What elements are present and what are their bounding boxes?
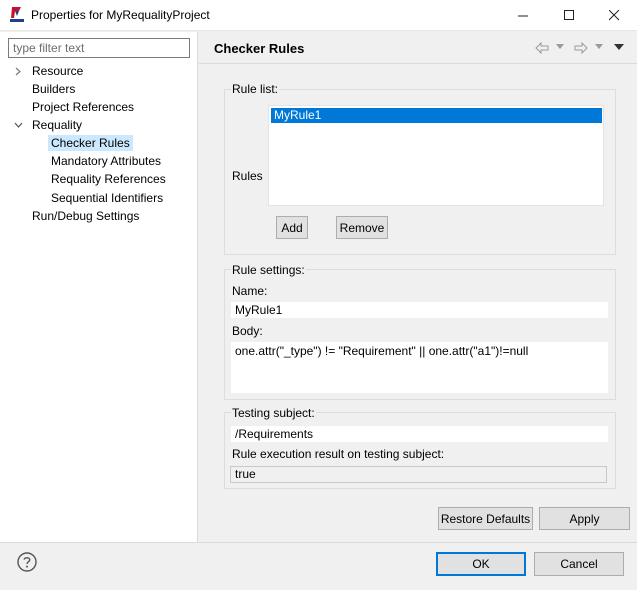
sidebar-item-label: Checker Rules (48, 135, 133, 151)
apply-button[interactable]: Apply (539, 507, 630, 530)
footer-divider (0, 542, 637, 543)
testing-subject-group-label: Testing subject: (231, 406, 316, 420)
sidebar-item-requality-references[interactable]: Requality References (51, 170, 166, 188)
sidebar-item-label: Run/Debug Settings (32, 209, 140, 223)
sidebar-item-project-references[interactable]: Project References (32, 98, 134, 116)
chevron-down-icon[interactable] (12, 116, 24, 134)
back-dropdown-icon[interactable] (556, 44, 564, 50)
name-label: Name: (232, 284, 268, 298)
sidebar-item-run-debug-settings[interactable]: Run/Debug Settings (32, 207, 139, 225)
sidebar-item-label: Resource (32, 64, 84, 78)
back-arrow-icon[interactable] (534, 41, 550, 55)
rules-listbox[interactable]: MyRule1 (268, 105, 604, 206)
minimize-button[interactable] (500, 0, 546, 31)
requality-logo-icon (10, 7, 24, 22)
sidebar-item-label: Sequential Identifiers (51, 191, 164, 205)
navigation-toolbar (534, 40, 628, 56)
cancel-button[interactable]: Cancel (534, 552, 624, 576)
view-menu-icon[interactable] (614, 44, 624, 51)
ok-button[interactable]: OK (436, 552, 526, 576)
rules-label: Rules (232, 169, 263, 183)
forward-arrow-icon[interactable] (573, 41, 589, 55)
filter-input[interactable] (8, 38, 190, 58)
sidebar: Resource Builders Project References Req… (0, 32, 198, 542)
sidebar-item-builders[interactable]: Builders (32, 80, 75, 98)
window-title: Properties for MyRequalityProject (31, 8, 210, 22)
body-textarea[interactable]: one.attr("_type") != "Requirement" || on… (231, 342, 608, 393)
body-label: Body: (232, 324, 263, 338)
title-bar: Properties for MyRequalityProject (0, 0, 637, 31)
sidebar-item-checker-rules[interactable]: Checker Rules (48, 134, 133, 152)
remove-button[interactable]: Remove (336, 216, 388, 239)
minimize-icon (517, 15, 528, 17)
add-button[interactable]: Add (276, 216, 308, 239)
maximize-button[interactable] (546, 0, 592, 31)
page-title: Checker Rules (214, 41, 305, 56)
result-field: true (230, 466, 607, 483)
testing-subject-field[interactable]: /Requirements (231, 426, 608, 442)
rule-list-group-label: Rule list: (231, 82, 280, 96)
close-icon (608, 10, 619, 21)
rule-settings-group-label: Rule settings: (231, 263, 306, 277)
name-field[interactable]: MyRule1 (231, 302, 608, 318)
forward-dropdown-icon[interactable] (595, 44, 603, 50)
sidebar-item-label: Builders (32, 82, 76, 96)
sidebar-item-sequential-identifiers[interactable]: Sequential Identifiers (51, 189, 163, 207)
chevron-right-icon[interactable] (12, 62, 24, 80)
list-item[interactable]: MyRule1 (271, 108, 602, 123)
sidebar-item-label: Requality (32, 118, 83, 132)
header-divider (199, 63, 637, 64)
sidebar-item-label: Mandatory Attributes (51, 154, 162, 168)
restore-defaults-button[interactable]: Restore Defaults (438, 507, 533, 530)
close-button[interactable] (591, 0, 637, 31)
result-label: Rule execution result on testing subject… (232, 447, 445, 461)
sidebar-item-label: Requality References (51, 172, 166, 186)
sidebar-item-label: Project References (32, 100, 135, 114)
sidebar-item-mandatory-attributes[interactable]: Mandatory Attributes (51, 152, 161, 170)
maximize-icon (563, 10, 574, 20)
help-icon[interactable] (17, 552, 37, 572)
